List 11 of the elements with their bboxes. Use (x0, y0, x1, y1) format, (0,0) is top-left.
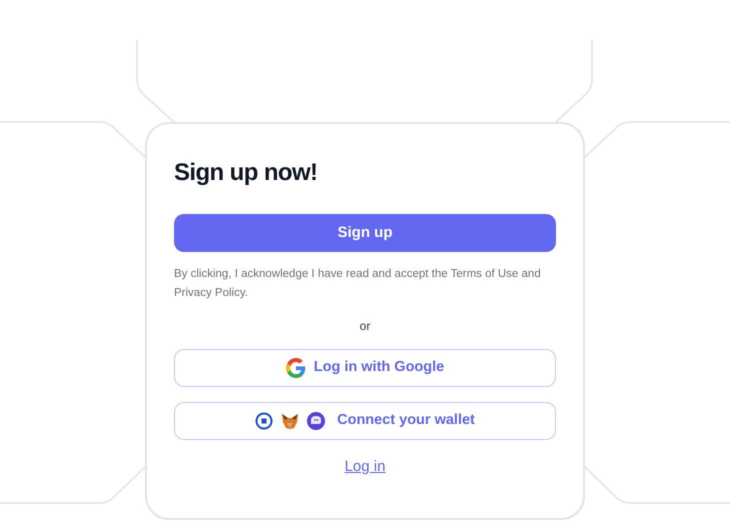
ring-dot-icon (255, 412, 274, 430)
login-link[interactable]: Log in (344, 456, 386, 478)
google-login-button[interactable]: Log in with Google (174, 349, 556, 387)
terms-text: By clicking, I acknowledge I have read and accept the Terms of Use and Privacy Policy. (174, 267, 542, 301)
card-title: Sign up now! (174, 158, 318, 188)
connect-wallet-button[interactable]: Connect your wallet (174, 402, 556, 440)
google-logo-icon (286, 358, 306, 378)
signup-button[interactable]: Sign up (174, 214, 556, 252)
ghost-icon (307, 412, 326, 430)
fox-icon (281, 412, 300, 430)
or-separator: or (360, 318, 370, 335)
